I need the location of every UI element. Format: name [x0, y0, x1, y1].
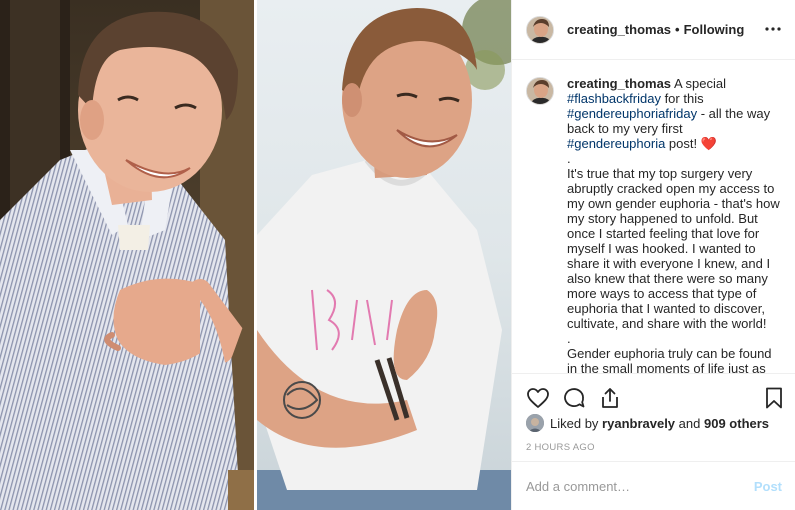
- red-heart-emoji-icon: ❤️: [700, 136, 717, 151]
- header-separator-dot: •: [675, 22, 680, 37]
- caption-dot-2: .: [567, 331, 571, 346]
- header-username[interactable]: creating_thomas: [567, 22, 671, 37]
- caption-paragraph-2: Gender euphoria truly can be found in th…: [567, 346, 772, 373]
- bookmark-icon[interactable]: [762, 386, 786, 410]
- selfie-illustration: [0, 0, 254, 510]
- caption-author-avatar[interactable]: [526, 77, 554, 105]
- comment-input[interactable]: [526, 478, 754, 494]
- hashtag-gendereuphoria[interactable]: #gendereuphoria: [567, 136, 665, 151]
- caption-area[interactable]: creating_thomas A special #flashbackfrid…: [512, 60, 795, 373]
- comment-bar: Post: [512, 461, 795, 510]
- caption-for-this: for this: [660, 91, 704, 106]
- more-horizontal-icon[interactable]: [764, 20, 782, 38]
- avatar-image: [526, 414, 544, 432]
- post-photo[interactable]: [0, 0, 511, 510]
- follow-status-button[interactable]: Following: [684, 22, 745, 37]
- post-header: creating_thomas • Following: [512, 0, 795, 60]
- post-comment-button[interactable]: Post: [754, 479, 782, 494]
- photo-right-pane: [257, 0, 511, 510]
- hashtag-flashbackfriday[interactable]: #flashbackfriday: [567, 91, 661, 106]
- tshirt-illustration: [257, 0, 511, 510]
- comment-bubble-icon[interactable]: [562, 386, 586, 410]
- avatar-image: [527, 78, 553, 104]
- photo-left-pane: [0, 0, 254, 510]
- caption-intro: A special: [673, 76, 726, 91]
- liker-avatar[interactable]: [526, 414, 544, 432]
- author-avatar[interactable]: [526, 15, 554, 44]
- likes-and: and: [678, 415, 701, 431]
- caption-paragraph-1: It's true that my top surgery very abrup…: [567, 166, 780, 331]
- heart-outline-icon[interactable]: [526, 386, 550, 410]
- post-sidebar: creating_thomas • Following creating_tho…: [511, 0, 795, 510]
- caption-text: creating_thomas A special #flashbackfrid…: [567, 76, 782, 373]
- caption-dot-1: .: [567, 151, 571, 166]
- caption-row: creating_thomas A special #flashbackfrid…: [526, 76, 782, 373]
- liker-username[interactable]: ryanbravely: [602, 416, 675, 431]
- likes-summary: Liked by ryanbravely and 909 others: [526, 414, 769, 432]
- post-timestamp[interactable]: 2 HOURS AGO: [526, 442, 595, 453]
- likes-prefix: Liked by: [550, 415, 599, 431]
- likes-others-count[interactable]: 909 others: [704, 416, 769, 431]
- caption-username[interactable]: creating_thomas: [567, 76, 671, 91]
- caption-post-text: post!: [665, 136, 701, 151]
- share-icon[interactable]: [598, 386, 622, 410]
- hashtag-gendereuphoriafriday[interactable]: #gendereuphoriafriday: [567, 106, 697, 121]
- avatar-image: [527, 16, 553, 43]
